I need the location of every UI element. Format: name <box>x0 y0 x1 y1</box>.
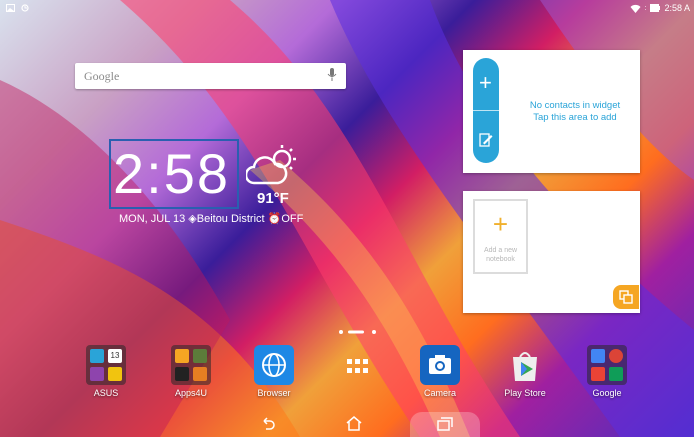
app-google-folder[interactable]: Google <box>572 345 642 398</box>
apps4u-folder-icon <box>171 345 211 385</box>
contacts-add-hint[interactable]: Tap this area to add <box>515 112 635 124</box>
app-play-store[interactable]: Play Store <box>490 345 560 398</box>
app-label-google: Google <box>592 388 622 398</box>
app-label-camera: Camera <box>423 388 456 398</box>
google-search-bar[interactable]: Google <box>75 63 346 89</box>
contacts-widget[interactable]: + No contacts in widget Tap this area to… <box>463 50 640 173</box>
add-notebook-label-1: Add a new <box>483 247 518 254</box>
google-folder-icon <box>587 345 627 385</box>
recent-apps-icon <box>437 417 453 431</box>
add-contact-icon[interactable]: + <box>479 72 492 94</box>
browser-globe-icon <box>254 345 294 385</box>
partly-sunny-icon[interactable] <box>246 143 298 187</box>
play-store-icon <box>505 345 545 385</box>
add-notebook-icon: + <box>492 209 509 239</box>
add-notebook-button[interactable]: + Add a new notebook <box>473 199 528 274</box>
home-icon[interactable] <box>345 415 363 431</box>
wifi-icon <box>630 4 641 13</box>
contacts-empty-text: No contacts in widget <box>529 100 621 111</box>
app-label-browser: Browser <box>257 388 291 398</box>
sync-notification-icon <box>21 4 29 12</box>
search-placeholder: Google <box>84 69 120 83</box>
app-label-apps4u: Apps4U <box>174 388 208 398</box>
app-drawer-icon <box>337 345 377 385</box>
app-browser[interactable]: Browser <box>239 345 309 398</box>
app-asus-folder[interactable]: 13 ASUS <box>71 345 141 398</box>
status-time: 2:58 A <box>664 3 690 13</box>
back-icon[interactable] <box>260 415 278 431</box>
notebook-switch-icon <box>619 290 633 304</box>
recent-apps-button[interactable] <box>410 412 480 437</box>
date-location-alarm[interactable]: MON, JUL 13 ◈Beitou District ⏰OFF <box>119 212 303 225</box>
microphone-icon[interactable] <box>327 68 337 82</box>
add-notebook-label-2: notebook <box>486 256 515 263</box>
asus-folder-icon: 13 <box>86 345 126 385</box>
image-notification-icon <box>6 4 15 12</box>
page-indicator <box>339 330 376 334</box>
edit-note-icon[interactable] <box>479 133 493 147</box>
app-label-play-store: Play Store <box>504 388 546 398</box>
app-dock: 13 ASUS Apps4U Browser Camera Play Store… <box>0 345 694 405</box>
temperature[interactable]: 91°F <box>257 190 289 207</box>
navigation-bar <box>0 412 694 437</box>
all-apps-button[interactable] <box>322 345 392 388</box>
app-camera[interactable]: Camera <box>405 345 475 398</box>
home-screen: : 2:58 A Google 2:58 91°F MON, JUL 13 ◈B… <box>0 0 694 437</box>
clock-time[interactable]: 2:58 <box>113 136 230 212</box>
battery-icon <box>650 4 661 12</box>
camera-icon <box>420 345 460 385</box>
status-bar: : 2:58 A <box>0 0 694 20</box>
contacts-actions: + <box>473 58 499 163</box>
app-label-asus: ASUS <box>93 388 119 398</box>
notebook-widget[interactable]: + Add a new notebook <box>463 191 640 313</box>
notebook-open-button[interactable] <box>613 285 639 309</box>
app-apps4u-folder[interactable]: Apps4U <box>156 345 226 398</box>
